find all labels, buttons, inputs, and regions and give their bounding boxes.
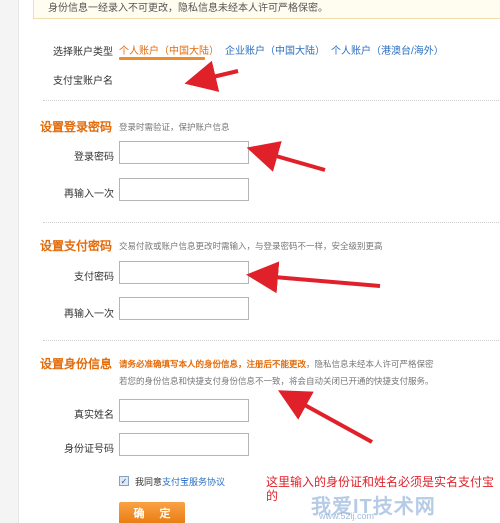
agreement-text: 我同意支付宝服务协议 — [135, 475, 225, 488]
id-number-label: 身份证号码 — [64, 444, 114, 455]
identity-hint-rest: ，隐私信息未经本人许可严格保密 — [306, 359, 434, 369]
agreement-prefix: 我同意 — [135, 477, 163, 487]
privacy-notice: 身份信息一经录入不可更改，隐私信息未经本人许可严格保密。 — [33, 0, 500, 19]
section-divider — [43, 100, 500, 101]
login-password-confirm-label: 再输入一次 — [64, 189, 114, 200]
login-password-input[interactable] — [119, 141, 249, 164]
real-name-label: 真实姓名 — [74, 410, 114, 421]
identity-title: 设置身份信息 — [40, 357, 113, 371]
real-name-input[interactable] — [119, 399, 249, 422]
pay-password-input[interactable] — [119, 261, 249, 284]
confirm-button[interactable]: 确 定 — [119, 502, 185, 523]
identity-hint-line2: 若您的身份信息和快捷支付身份信息不一致，将会自动关闭已开通的快捷支付服务。 — [119, 376, 434, 386]
agreement-link[interactable]: 支付宝服务协议 — [162, 477, 225, 487]
registration-form-card: 身份信息一经录入不可更改，隐私信息未经本人许可严格保密。 选择账户类型 个人账户… — [18, 0, 500, 523]
active-tab-underline — [119, 57, 205, 60]
login-password-confirm-input[interactable] — [119, 178, 249, 201]
pay-password-hint: 交易付款或账户信息更改时需输入，与登录密码不一样，安全级别更高 — [119, 241, 383, 251]
pay-password-confirm-input[interactable] — [119, 297, 249, 320]
alipay-account-name-label: 支付宝账户名 — [53, 76, 113, 87]
pay-password-title: 设置支付密码 — [40, 239, 113, 253]
id-number-input[interactable] — [119, 433, 249, 456]
check-icon: ✓ — [120, 477, 128, 486]
watermark-url: www.52ij.com — [319, 511, 375, 521]
section-divider — [43, 222, 500, 223]
tab-personal-mainland[interactable]: 个人账户（中国大陆） — [119, 42, 219, 57]
pay-password-label: 支付密码 — [74, 272, 114, 283]
login-password-label: 登录密码 — [74, 152, 114, 163]
account-type-label: 选择账户类型 — [53, 47, 113, 58]
tab-personal-overseas[interactable]: 个人账户（港澳台/海外） — [331, 42, 444, 57]
login-password-title: 设置登录密码 — [40, 120, 113, 134]
agreement-checkbox[interactable]: ✓ — [119, 476, 129, 486]
tab-enterprise-mainland[interactable]: 企业账户（中国大陆） — [225, 42, 325, 57]
identity-hint-strong: 请务必准确填写本人的身份信息，注册后不能更改 — [119, 359, 307, 369]
pay-password-confirm-label: 再输入一次 — [64, 309, 114, 320]
section-divider — [43, 340, 500, 341]
identity-hint: 请务必准确填写本人的身份信息，注册后不能更改，隐私信息未经本人许可严格保密 — [119, 358, 434, 370]
login-password-hint: 登录时需验证，保护账户信息 — [119, 122, 230, 132]
